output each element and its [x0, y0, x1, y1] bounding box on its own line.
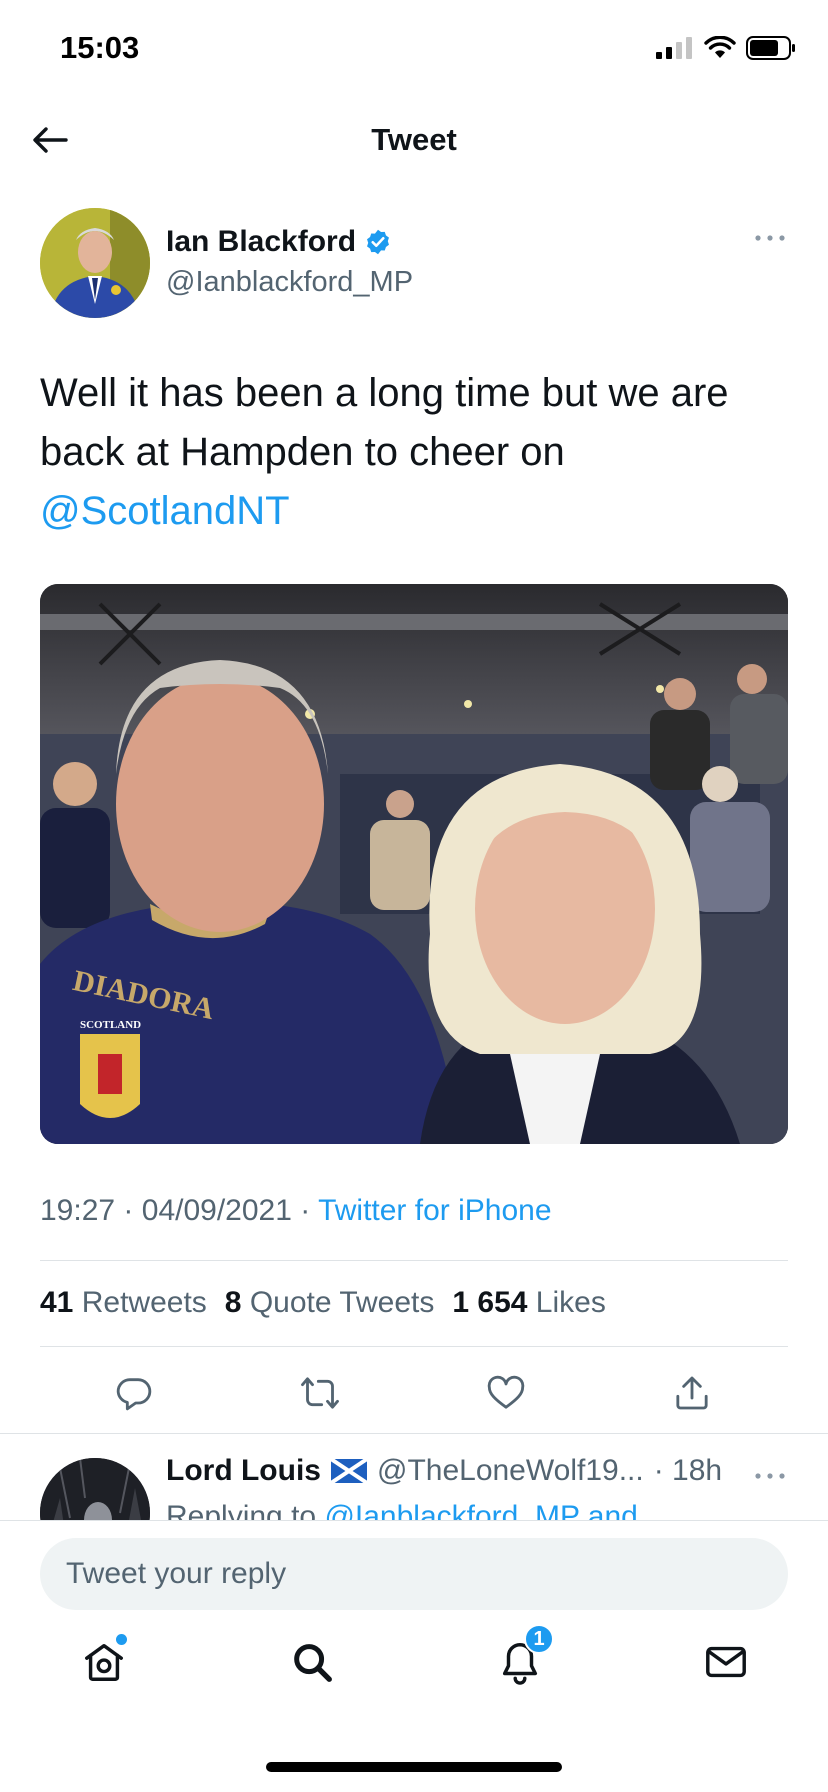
- tweet-source-link[interactable]: Twitter for iPhone: [318, 1194, 551, 1227]
- reply-avatar[interactable]: [40, 1458, 150, 1520]
- search-icon: [294, 1644, 332, 1682]
- tweet-body: Well it has been a long time but we are …: [40, 371, 729, 474]
- scotland-flag-icon: [330, 1459, 367, 1483]
- likes-label: Likes: [535, 1286, 606, 1319]
- quote-tweets-stat[interactable]: 8 Quote Tweets: [225, 1286, 435, 1320]
- likes-stat[interactable]: 1 654 Likes: [452, 1286, 605, 1320]
- home-indicator[interactable]: [266, 1762, 562, 1772]
- home-unread-dot: [116, 1634, 127, 1645]
- reply-context: Replying to @Ianblackford_MP and: [166, 1500, 638, 1520]
- reply-header: Lord Louis @TheLoneWolf19... · 18h: [166, 1454, 722, 1488]
- top-nav: Tweet: [0, 100, 828, 180]
- tweet-photo-image: DIADORA SCOTLAND: [40, 584, 788, 1144]
- retweets-count: 41: [40, 1286, 74, 1319]
- author-name[interactable]: Ian Blackford: [166, 225, 356, 259]
- tweet-meta: 19:27 · 04/09/2021 · Twitter for iPhone: [40, 1194, 552, 1228]
- divider: [0, 1433, 828, 1434]
- cellular-signal-icon: [656, 37, 692, 59]
- author-avatar-image: [40, 208, 150, 318]
- more-icon: [755, 235, 785, 241]
- author-handle[interactable]: @Ianblackford_MP: [166, 266, 413, 299]
- divider: [0, 1520, 828, 1521]
- reply-context-link[interactable]: @Ianblackford_MP and: [324, 1500, 637, 1520]
- tweet-date: 04/09/2021: [141, 1194, 292, 1227]
- meta-separator: ·: [300, 1194, 311, 1227]
- reply-author-handle[interactable]: @TheLoneWolf19...: [377, 1454, 644, 1488]
- tab-bar: 1: [0, 1610, 828, 1730]
- battery-icon: [746, 36, 795, 60]
- status-bar: 15:03: [0, 0, 828, 100]
- status-time: 15:03: [60, 30, 140, 65]
- divider: [40, 1346, 788, 1347]
- page-title: Tweet: [371, 122, 457, 157]
- tweet-text: Well it has been a long time but we are …: [40, 364, 790, 541]
- reply-more-button[interactable]: [752, 1466, 788, 1486]
- tweet-stats: 41 Retweets 8 Quote Tweets 1 654 Likes: [40, 1286, 606, 1320]
- notifications-badge: 1: [524, 1624, 554, 1654]
- share-icon: [676, 1376, 708, 1410]
- wifi-icon: [704, 36, 736, 58]
- home-icon: [85, 1643, 123, 1681]
- reply-age: · 18h: [653, 1454, 723, 1487]
- crest-text: SCOTLAND: [80, 1019, 141, 1031]
- divider: [40, 1260, 788, 1261]
- messages-icon: [706, 1646, 746, 1678]
- tweet-more-button[interactable]: [752, 228, 788, 248]
- like-button[interactable]: [478, 1365, 534, 1421]
- retweets-stat[interactable]: 41 Retweets: [40, 1286, 207, 1320]
- mention-link[interactable]: @ScotlandNT: [40, 489, 290, 533]
- author-name-row: Ian Blackford: [166, 225, 392, 259]
- like-icon: [487, 1375, 525, 1409]
- reply-icon: [116, 1378, 152, 1411]
- tweet-actions: [0, 1365, 828, 1421]
- retweet-button[interactable]: [292, 1365, 348, 1421]
- share-button[interactable]: [664, 1365, 720, 1421]
- reply-avatar-image: [40, 1458, 150, 1520]
- status-icons: [656, 36, 796, 60]
- meta-separator: ·: [123, 1194, 134, 1227]
- tweet-photo[interactable]: DIADORA SCOTLAND: [40, 584, 788, 1144]
- tab-messages[interactable]: [696, 1632, 756, 1692]
- reply-button[interactable]: [106, 1365, 162, 1421]
- reply-author-name[interactable]: Lord Louis: [166, 1454, 321, 1488]
- quote-tweets-label: Quote Tweets: [249, 1286, 435, 1319]
- author-avatar[interactable]: [40, 208, 150, 318]
- retweet-icon: [301, 1377, 339, 1409]
- tweet-time: 19:27: [40, 1194, 116, 1227]
- reply-context-prefix: Replying to: [166, 1500, 325, 1520]
- retweets-label: Retweets: [81, 1286, 207, 1319]
- tab-home[interactable]: [74, 1632, 134, 1692]
- verified-icon: [367, 229, 390, 255]
- reply-preview[interactable]: Lord Louis @TheLoneWolf19... · 18h Reply…: [0, 1440, 828, 1520]
- tab-notifications[interactable]: 1: [490, 1624, 554, 1692]
- reply-input[interactable]: [40, 1538, 788, 1610]
- tab-search[interactable]: [282, 1632, 342, 1692]
- more-icon: [755, 1473, 785, 1479]
- likes-count: 1 654: [452, 1286, 528, 1319]
- quote-tweets-count: 8: [224, 1286, 242, 1319]
